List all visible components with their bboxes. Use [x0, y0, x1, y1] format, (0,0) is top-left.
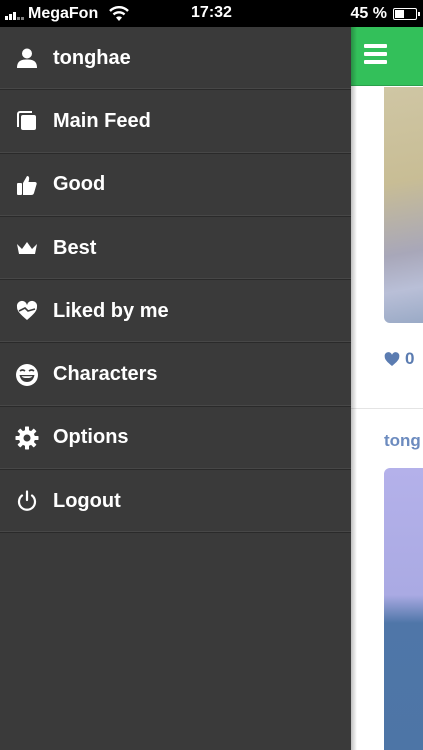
menu-item-label: tonghae	[53, 46, 131, 69]
menu-item-label: Main Feed	[53, 109, 151, 132]
main-content-peek: 0 tong	[351, 27, 423, 750]
menu-item-label: Best	[53, 236, 97, 259]
menu-item-label: Logout	[53, 489, 121, 512]
power-icon	[15, 489, 39, 513]
menu-item-characters[interactable]: Characters	[0, 343, 351, 407]
menu-item-label: Characters	[53, 363, 158, 386]
post-username[interactable]: tong	[384, 431, 421, 451]
menu-item-logout[interactable]: Logout	[0, 470, 351, 534]
user-icon	[15, 46, 39, 70]
menu-item-good[interactable]: Good	[0, 154, 351, 217]
heart-icon	[384, 351, 400, 367]
menu-item-liked-by-me[interactable]: Liked by me	[0, 280, 351, 344]
like-button[interactable]: 0	[384, 349, 414, 369]
hamburger-line	[364, 44, 387, 48]
menu-item-label: Options	[53, 426, 129, 449]
menu-toggle-button[interactable]	[364, 44, 387, 64]
menu-item-main-feed[interactable]: Main Feed	[0, 90, 351, 154]
post-image[interactable]	[384, 87, 423, 323]
thumbs-up-icon	[15, 173, 39, 197]
menu-item-options[interactable]: Options	[0, 407, 351, 471]
side-drawer-menu: tonghae Main Feed Good Best Liked by me …	[0, 27, 351, 750]
smiley-face-icon	[15, 363, 39, 387]
menu-item-profile[interactable]: tonghae	[0, 27, 351, 91]
menu-item-label: Good	[53, 173, 106, 196]
post-divider	[351, 408, 423, 409]
battery-icon	[393, 7, 420, 20]
hamburger-line	[364, 60, 387, 64]
heart-icon	[15, 299, 39, 323]
hamburger-line	[364, 52, 387, 56]
post-image[interactable]	[384, 468, 423, 750]
status-right: 45 %	[350, 4, 420, 23]
drawer-shadow	[351, 27, 357, 750]
menu-item-label: Liked by me	[53, 299, 169, 322]
crown-icon	[15, 236, 39, 260]
gear-icon	[15, 426, 39, 450]
app-header-bar	[351, 27, 423, 86]
like-count: 0	[405, 349, 415, 368]
status-bar: MegaFon 17:32 45 %	[0, 0, 423, 27]
menu-item-best[interactable]: Best	[0, 217, 351, 281]
battery-percent: 45 %	[350, 4, 387, 22]
battery-fill	[395, 9, 404, 18]
feed-icon	[15, 109, 39, 133]
